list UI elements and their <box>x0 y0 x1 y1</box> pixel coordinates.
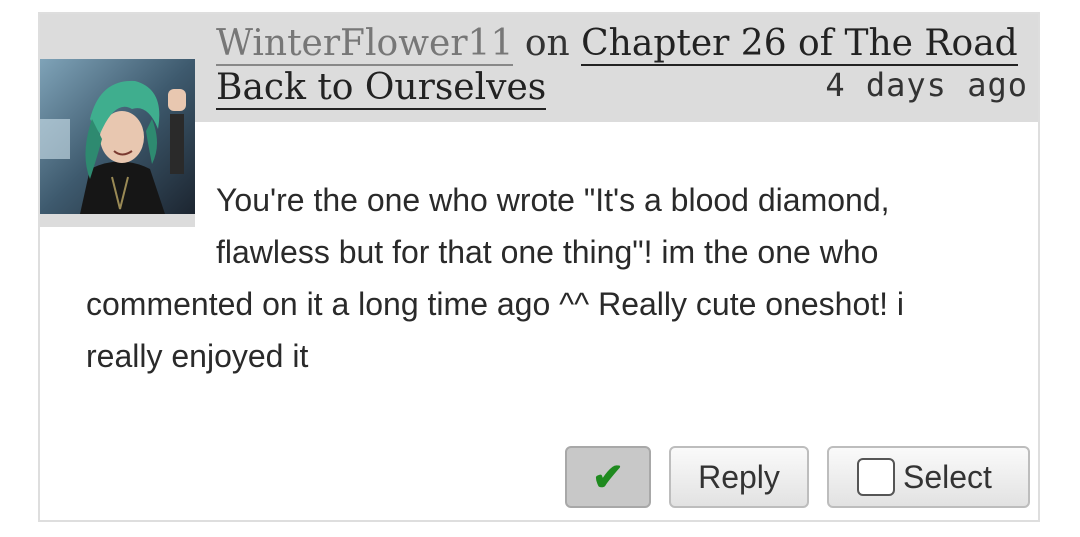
select-button[interactable]: Select <box>827 446 1030 508</box>
byline-separator: on <box>524 23 570 64</box>
reply-button[interactable]: Reply <box>669 446 809 508</box>
comment-text: You're the one who wrote "It's a blood d… <box>86 182 905 374</box>
comment-actions: ✔ Reply Select <box>565 446 1030 508</box>
author-link[interactable]: WinterFlower11 <box>216 23 514 66</box>
select-label: Select <box>903 458 992 495</box>
select-checkbox[interactable] <box>857 458 895 496</box>
comment-timestamp: 4 days ago <box>825 66 1028 104</box>
kudos-button[interactable]: ✔ <box>565 446 651 508</box>
check-icon: ✔ <box>592 456 624 499</box>
comment-card: WinterFlower11 on Chapter 26 of The Road… <box>38 12 1040 522</box>
